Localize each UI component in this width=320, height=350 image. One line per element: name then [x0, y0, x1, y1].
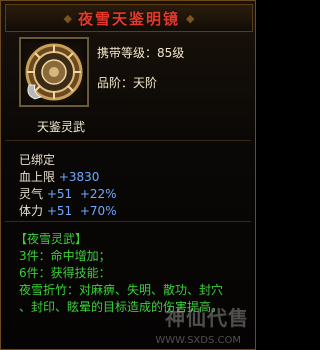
ornament-left: ◆: [63, 11, 72, 25]
stat-value: +51: [46, 187, 73, 201]
stat-row-hp: 血上限 +3830: [19, 168, 99, 185]
stat-label: 灵气: [19, 187, 44, 201]
item-title: 夜雪天鉴明镜: [77, 9, 180, 28]
stat-row-spirit: 灵气 +51 +22%: [19, 185, 117, 202]
stat-value: +51: [46, 204, 73, 218]
item-tooltip-panel: ◆ 夜雪天鉴明镜 ◆ 携带等级：85级 品阶：天阶 天鉴灵武 已绑定 血上限 +…: [0, 0, 256, 350]
ornament-right: ◆: [186, 11, 195, 25]
item-grade: 品阶：天阶: [97, 76, 158, 90]
bronze-mirror-icon: [25, 43, 83, 101]
stat-label: 血上限: [19, 170, 56, 184]
stat-row-stamina: 体力 +51 +70%: [19, 202, 117, 219]
title-bar: ◆ 夜雪天鉴明镜 ◆: [5, 4, 253, 32]
divider: [5, 221, 251, 222]
carry-level: 携带等级：85级: [97, 46, 185, 60]
watermark-logo: 神仙代售: [165, 306, 249, 330]
set-bonus-6: 6件：获得技能：: [19, 266, 111, 280]
watermark-url: WWW.SXDS.COM: [155, 335, 241, 346]
set-name: 【夜雪灵武】: [15, 232, 88, 246]
set-bonus-3: 3件：命中增加；: [19, 249, 111, 263]
stat-value: +3830: [58, 170, 100, 184]
stat-bonus: +70%: [79, 204, 117, 218]
divider: [5, 140, 251, 141]
stat-bonus: +22%: [79, 187, 117, 201]
set-skill-line-1: 夜雪折竹：对麻痹、失明、散功、封穴: [19, 283, 224, 297]
item-icon-frame: [19, 37, 89, 107]
bound-status: 已绑定: [19, 153, 56, 167]
stat-label: 体力: [19, 204, 44, 218]
item-subtitle: 天鉴灵武: [37, 120, 86, 134]
